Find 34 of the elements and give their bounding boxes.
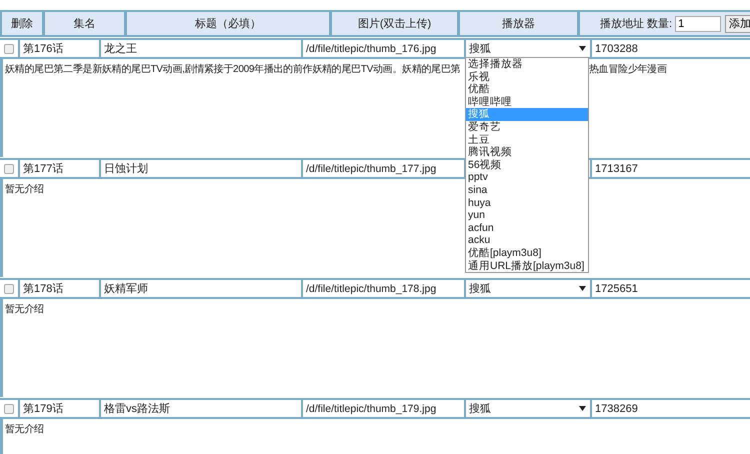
image-path-field[interactable]: /d/file/titlepic/thumb_177.jpg <box>303 160 464 177</box>
column-header: 图片(双击上传) <box>330 10 458 37</box>
image-path-field[interactable]: /d/file/titlepic/thumb_179.jpg <box>303 400 464 417</box>
player-select[interactable]: 搜狐 <box>466 400 590 417</box>
description-field[interactable]: 暂无介绍 <box>0 419 750 454</box>
column-header: 标题（必填） <box>125 10 330 37</box>
address-field[interactable]: 1725651 <box>592 280 750 297</box>
title-field[interactable]: 日蚀计划 <box>101 160 301 177</box>
add-button[interactable]: 添加 <box>725 14 750 32</box>
column-header: 播放器 <box>458 10 578 37</box>
caret-icon <box>579 46 586 51</box>
column-header: 删除 <box>0 10 43 37</box>
checkbox[interactable] <box>4 44 14 54</box>
title-field[interactable]: 妖精军师 <box>101 280 301 297</box>
image-path-field[interactable]: /d/file/titlepic/thumb_176.jpg <box>303 40 464 57</box>
title-field[interactable]: 格雷vs路法斯 <box>101 400 301 417</box>
episode-field[interactable]: 第178话 <box>20 280 99 297</box>
column-header: 集名 <box>43 10 125 37</box>
address-count-label: 播放地址 数量: <box>600 17 672 31</box>
checkbox[interactable] <box>4 284 14 294</box>
episode-field[interactable]: 第176话 <box>20 40 99 57</box>
image-path-field[interactable]: /d/file/titlepic/thumb_178.jpg <box>303 280 464 297</box>
episode-field[interactable]: 第177话 <box>20 160 99 177</box>
address-field[interactable]: 1703288 <box>592 40 750 57</box>
checkbox[interactable] <box>4 164 14 174</box>
caret-icon <box>579 406 586 411</box>
player-select[interactable]: 搜狐 <box>466 280 590 297</box>
title-field[interactable]: 龙之王 <box>101 40 301 57</box>
count-field[interactable]: 1 <box>675 16 722 32</box>
checkbox[interactable] <box>4 404 14 414</box>
address-field[interactable]: 1713167 <box>592 160 750 177</box>
caret-icon <box>579 286 586 291</box>
address-field[interactable]: 1738269 <box>592 400 750 417</box>
episode-field[interactable]: 第179话 <box>20 400 99 417</box>
